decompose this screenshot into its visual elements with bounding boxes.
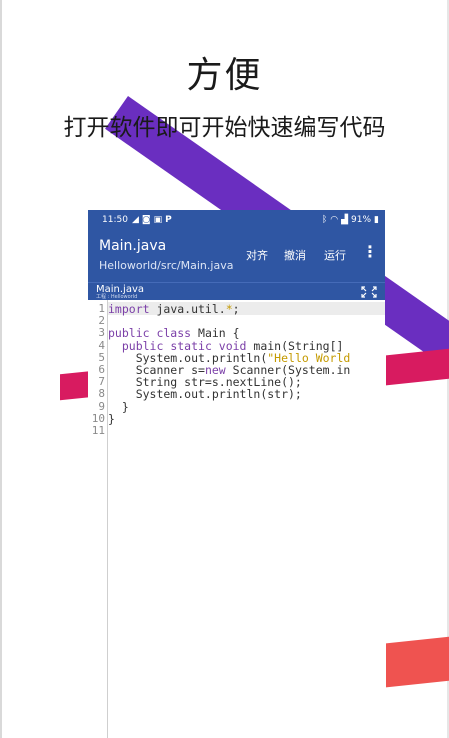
code-text: public static void main(String[] [108,340,344,352]
telegram-icon: ◢ [131,215,139,225]
align-button[interactable]: 对齐 [246,247,268,263]
code-text: String str=s.nextLine(); [108,376,302,388]
code-token: } [108,411,115,426]
line-number: 1 [98,302,105,315]
code-text: } [108,413,115,425]
run-button[interactable]: 运行 [324,247,346,263]
signal-icon: ▟ [341,215,349,225]
code-string: * [225,302,233,316]
code-line[interactable]: 3 public class Main { [88,326,385,340]
code-text: } [108,401,129,413]
file-title: Main.java [99,238,167,254]
code-text: import java.util.*; [108,303,240,315]
line-number: 3 [98,326,105,340]
code-token: ; [232,302,240,316]
gallery-icon: ▣ [153,215,163,225]
app-toolbar: Main.java Helloworld/src/Main.java 对齐 撤消… [88,230,385,282]
code-text: System.out.println("Hello World [108,352,351,364]
code-line[interactable]: 10} [88,411,385,425]
line-number: 2 [98,314,105,328]
code-text: System.out.println(str); [108,388,302,400]
code-token: java.util. [149,302,226,316]
code-keyword: import [108,302,150,316]
wifi-icon: ◠ [330,215,339,225]
code-editor[interactable]: 1 import java.util.*; 2 3 public class Main … [88,300,385,738]
line-number: 9 [98,399,105,413]
fullscreen-icon[interactable] [360,285,378,299]
code-token: System.out.println(str); [108,387,302,402]
code-line[interactable]: 1 import java.util.*; [88,302,385,316]
line-number: 11 [91,424,105,437]
code-line[interactable]: 2 [88,315,385,327]
line-number: 6 [98,363,105,376]
code-line[interactable]: 7 String str=s.nextLine(); [88,375,385,389]
status-time: 11:50 [102,215,128,225]
decorative-coral-bar [386,636,449,688]
camera-icon: ◙ [141,215,151,225]
battery-icon: ▮ [374,215,379,225]
code-line[interactable]: 4 public static void main(String[] [88,338,385,352]
line-number: 5 [98,350,105,364]
line-number: 10 [91,411,105,425]
undo-button[interactable]: 撤消 [284,247,306,263]
code-text: Scanner s=new Scanner(System.in [108,364,351,376]
line-number: 8 [98,387,105,401]
parking-icon: P [165,215,172,225]
line-number: 4 [98,338,105,352]
file-tab-bar: Main.java 工程 : Helloworld [88,282,385,300]
more-vert-icon[interactable]: ⋮ [362,242,378,261]
decorative-pink-bar-right [386,348,449,386]
battery-percent: 91% [351,215,372,225]
code-line[interactable]: 6 Scanner s=new Scanner(System.in [88,363,385,377]
status-bar: 11:50 ◢ ◙ ▣ P ᛒ ◠ ▟ 91% ▮ [88,210,385,230]
code-line[interactable]: 9 } [88,399,385,413]
code-line[interactable]: 5 System.out.println("Hello World [88,350,385,364]
file-path: Helloworld/src/Main.java [99,259,234,272]
line-number: 7 [98,375,105,389]
code-line[interactable]: 11 [88,425,385,437]
phone-screen: 11:50 ◢ ◙ ▣ P ᛒ ◠ ▟ 91% ▮ Main.java Hell… [88,210,385,738]
code-line[interactable]: 8 System.out.println(str); [88,387,385,401]
bluetooth-icon: ᛒ [321,215,328,225]
promo-subline: 打开软件即可开始快速编写代码 [63,115,386,141]
code-text: public class Main { [108,327,240,339]
promo-headline: 方便 [186,55,263,96]
